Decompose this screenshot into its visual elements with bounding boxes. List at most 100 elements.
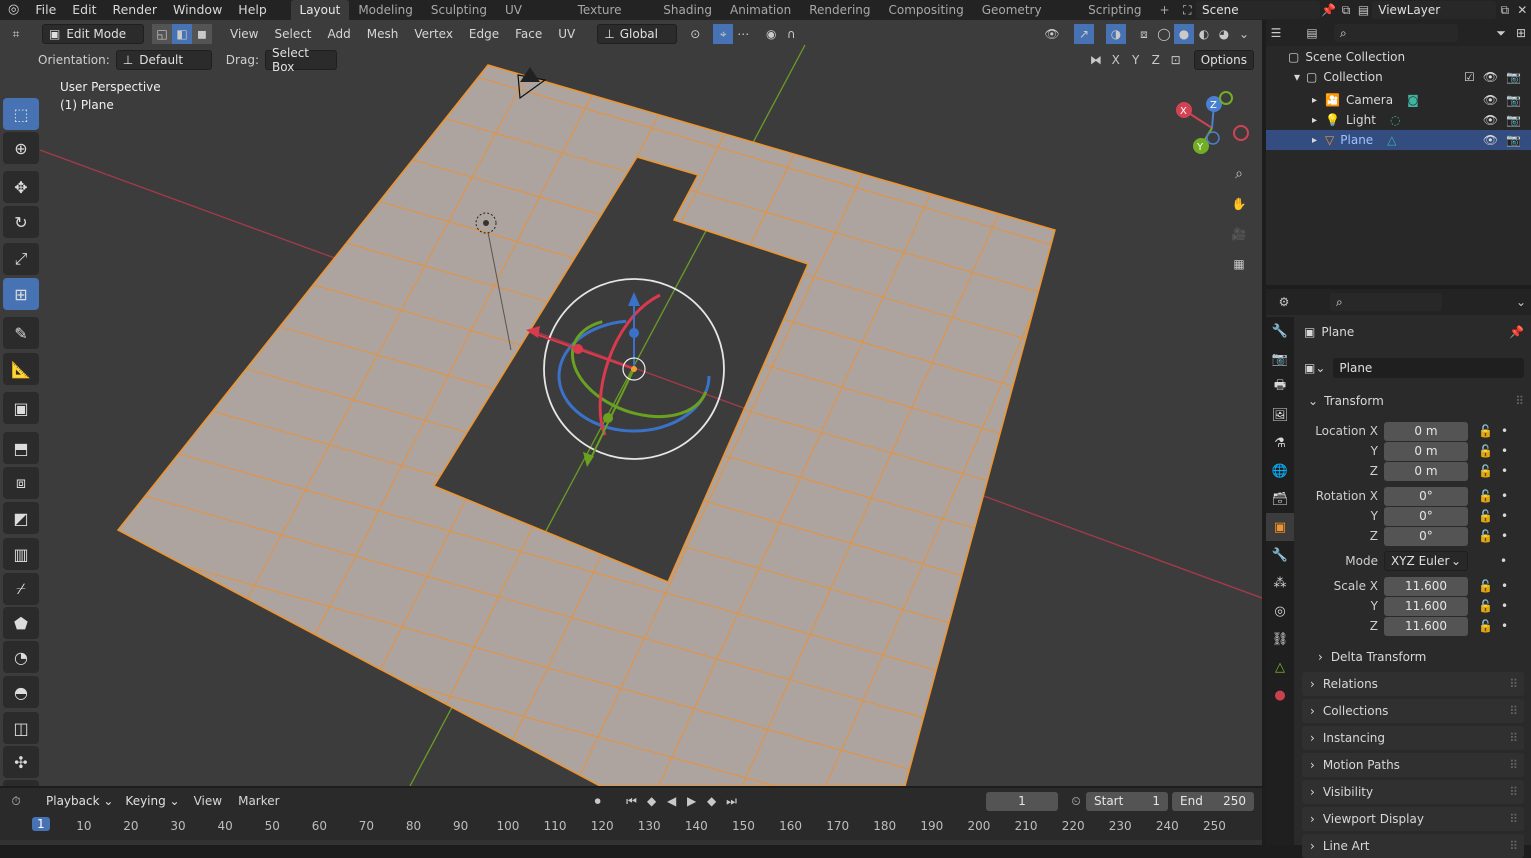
transform-panel-header[interactable]: ⌄ Transform ⠿ (1308, 391, 1524, 411)
material-tab-icon[interactable]: ● (1266, 681, 1294, 709)
mesh-data-icon[interactable]: △ (1387, 133, 1396, 147)
menu-edge[interactable]: Edge (461, 27, 507, 41)
object-name-field[interactable]: Plane (1333, 358, 1524, 378)
location-z-field[interactable]: 0 m (1384, 461, 1468, 481)
keyframe-dot-icon[interactable]: • (1501, 579, 1508, 593)
panel-viewport-display[interactable]: › Viewport Display ⠿ (1302, 807, 1524, 831)
scale-y-field[interactable]: 11.600 (1384, 596, 1468, 616)
menu-uv[interactable]: UV (550, 27, 583, 41)
mode-selector[interactable]: ▣ Edit Mode (42, 24, 144, 44)
vertex-select-icon[interactable]: ◱ (152, 24, 172, 44)
face-select-icon[interactable]: ◼ (192, 24, 212, 44)
object-type-icon[interactable]: ▣⌄ (1304, 361, 1325, 375)
scale-z-field[interactable]: 11.600 (1384, 616, 1468, 636)
mirror-icon[interactable]: ⧓ (1086, 50, 1106, 70)
smooth-tool[interactable]: ◓ (3, 676, 39, 708)
tab-texture-paint[interactable]: Texture Paint (569, 0, 655, 37)
menu-face[interactable]: Face (507, 27, 550, 41)
drag-handle-icon[interactable]: ⠿ (1509, 839, 1518, 853)
panel-instancing[interactable]: › Instancing ⠿ (1302, 726, 1524, 750)
eye-icon[interactable]: 👁 (1483, 133, 1498, 147)
snap-icon[interactable]: ⌖ (713, 24, 734, 44)
snap-target-icon[interactable]: ⋯ (733, 24, 753, 44)
display-mode-icon[interactable]: ▤ (1302, 23, 1322, 43)
menu-window[interactable]: Window (165, 0, 230, 20)
scene-tab-icon[interactable]: ⚗ (1266, 429, 1294, 457)
menu-vertex[interactable]: Vertex (406, 27, 461, 41)
object-tab-icon[interactable]: ▣ (1266, 513, 1294, 541)
view-layer-tab-icon[interactable]: 🖼 (1266, 401, 1294, 429)
panel-motion-paths[interactable]: › Motion Paths ⠿ (1302, 753, 1524, 777)
scene-collection-row[interactable]: ▢ Scene Collection (1288, 50, 1405, 64)
render-camera-icon[interactable]: 📷 (1506, 133, 1521, 147)
3d-viewport[interactable]: User Perspective (1) Plane X Z Y ⌕ ✋ 🎥 ▦… (0, 20, 1262, 786)
camera-view-icon[interactable]: 🎥 (1229, 224, 1249, 244)
expand-arrow-icon[interactable]: ▸ (1312, 95, 1317, 106)
measure-tool[interactable]: 📐 (3, 353, 39, 385)
poly-build-tool[interactable]: ⬟ (3, 607, 39, 639)
edge-select-icon[interactable]: ◧ (172, 24, 192, 44)
transform-gizmo[interactable] (526, 278, 725, 467)
new-layer-icon[interactable]: ⧉ (1496, 0, 1513, 20)
keyframe-dot-icon[interactable]: • (1501, 529, 1508, 543)
tab-rendering[interactable]: Rendering (800, 0, 879, 20)
knife-tool[interactable]: ⌿ (3, 573, 39, 605)
tab-modeling[interactable]: Modeling (349, 0, 422, 20)
frame-ruler[interactable]: 1 10 20 30 40 50 60 70 80 90 100 110 120 130 140 150 160… (0, 788, 1262, 845)
pan-hand-icon[interactable]: ✋ (1229, 194, 1249, 214)
pivot-icon[interactable]: ⊙ (685, 24, 705, 44)
navigation-gizmo[interactable]: X Z Y (1170, 88, 1254, 172)
visibility-icon[interactable]: 👁 (1042, 24, 1062, 44)
collection-tab-icon[interactable]: 🗃 (1266, 485, 1294, 513)
keyframe-dot-icon[interactable]: • (1501, 509, 1508, 523)
physics-tab-icon[interactable]: ◎ (1266, 597, 1294, 625)
modifier-tab-icon[interactable]: 🔧 (1266, 541, 1294, 569)
eye-icon[interactable]: 👁 (1483, 93, 1498, 107)
panel-line-art[interactable]: › Line Art ⠿ (1302, 834, 1524, 858)
properties-options-icon[interactable]: ⌄ (1511, 292, 1531, 312)
lock-icon[interactable]: 🔓 (1478, 599, 1493, 613)
pin-icon[interactable]: 📌 (1320, 0, 1337, 20)
drag-dropdown[interactable]: Select Box (264, 46, 337, 74)
new-collection-icon[interactable]: ⊞ (1511, 23, 1531, 43)
lock-icon[interactable]: 🔓 (1478, 509, 1493, 523)
orientation-dropdown[interactable]: ⊥ Default (115, 50, 212, 70)
eye-icon[interactable]: 👁 (1483, 70, 1498, 84)
tab-animation[interactable]: Animation (721, 0, 800, 20)
menu-edit[interactable]: Edit (64, 0, 104, 20)
particles-tab-icon[interactable]: ⁂ (1266, 569, 1294, 597)
keyframe-dot-icon[interactable]: • (1501, 464, 1508, 478)
rotation-mode-dropdown[interactable]: XYZ Euler ⌄ (1384, 551, 1468, 571)
lock-icon[interactable]: 🔓 (1478, 424, 1493, 438)
render-tab-icon[interactable]: 📷 (1266, 345, 1294, 373)
lock-icon[interactable]: 🔓 (1478, 444, 1493, 458)
expand-arrow-icon[interactable]: ▸ (1312, 115, 1317, 126)
tab-uv-editing[interactable]: UV Editing (496, 0, 569, 37)
properties-search-input[interactable]: ⌕ (1330, 293, 1442, 311)
drag-handle-icon[interactable]: ⠿ (1509, 731, 1518, 745)
shear-tool[interactable]: ▰ (3, 780, 39, 786)
material-shading-icon[interactable]: ◐ (1194, 24, 1214, 44)
bevel-tool[interactable]: ◩ (3, 502, 39, 534)
solid-shading-icon[interactable]: ● (1174, 24, 1194, 44)
falloff-icon[interactable]: ∩ (781, 24, 801, 44)
outliner-search-input[interactable]: ⌕ (1334, 24, 1458, 42)
drag-handle-icon[interactable]: ⠿ (1515, 394, 1524, 408)
outliner-item-light[interactable]: ▸ 💡 Light ◌ 👁 📷 (1266, 110, 1531, 130)
data-tab-icon[interactable]: △ (1266, 653, 1294, 681)
drag-handle-icon[interactable]: ⠿ (1509, 704, 1518, 718)
include-checkbox[interactable]: ☑ (1464, 70, 1475, 84)
lock-icon[interactable]: 🔓 (1478, 619, 1493, 633)
keyframe-dot-icon[interactable]: • (1501, 489, 1508, 503)
menu-file[interactable]: File (27, 0, 64, 20)
rendered-shading-icon[interactable]: ◕ (1214, 24, 1234, 44)
new-scene-icon[interactable]: ⧉ (1337, 0, 1354, 20)
menu-render[interactable]: Render (104, 0, 165, 20)
render-camera-icon[interactable]: 📷 (1506, 113, 1521, 127)
properties-type-icon[interactable]: ⚙ (1274, 292, 1294, 312)
spin-tool[interactable]: ◔ (3, 641, 39, 673)
menu-view[interactable]: View (222, 27, 266, 41)
menu-add[interactable]: Add (320, 27, 359, 41)
tool-tab-icon[interactable]: 🔧 (1266, 317, 1294, 345)
lock-icon[interactable]: 🔓 (1478, 579, 1493, 593)
